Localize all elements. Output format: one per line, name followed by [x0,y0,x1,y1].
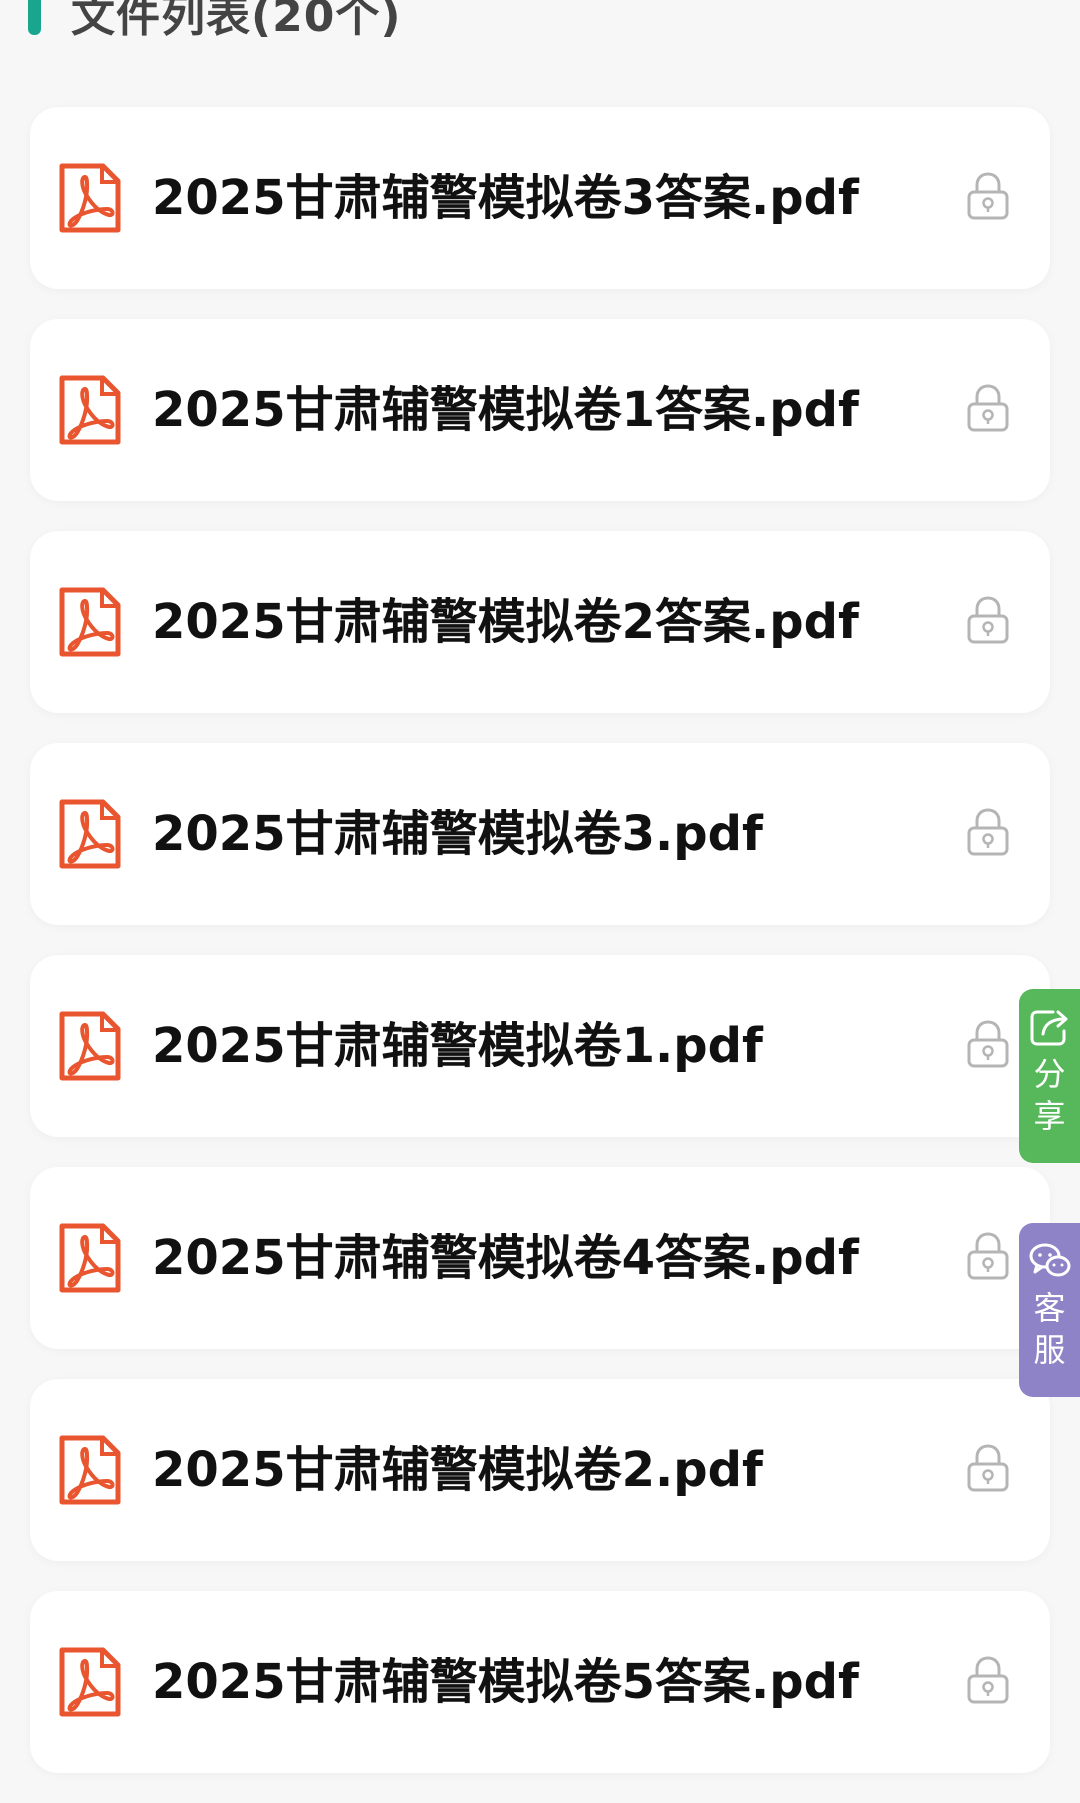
file-list-title: 文件列表(20个) [71,0,402,42]
share-button[interactable]: 分享 [1019,989,1080,1163]
file-item[interactable]: 2025甘肃辅警模拟卷3.pdf [30,743,1050,925]
file-name[interactable]: 2025甘肃辅警模拟卷1.pdf [152,955,763,1137]
pdf-icon [59,1647,121,1717]
file-item[interactable]: 2025甘肃辅警模拟卷3答案.pdf [30,107,1050,289]
lock-icon[interactable] [966,595,1010,645]
lock-icon[interactable] [966,1019,1010,1069]
file-name[interactable]: 2025甘肃辅警模拟卷3答案.pdf [152,107,859,289]
customer-service-button[interactable]: 客服 [1019,1223,1080,1397]
file-item[interactable]: 2025甘肃辅警模拟卷4答案.pdf [30,1167,1050,1349]
customer-service-label: 客服 [1033,1289,1066,1369]
lock-icon[interactable] [966,1655,1010,1705]
lock-icon[interactable] [966,807,1010,857]
pdf-icon [59,799,121,869]
pdf-icon [59,163,121,233]
file-name[interactable]: 2025甘肃辅警模拟卷4答案.pdf [152,1167,859,1349]
header-accent-bar [28,0,41,35]
wechat-icon [1029,1243,1070,1277]
file-name[interactable]: 2025甘肃辅警模拟卷2.pdf [152,1379,763,1561]
lock-icon[interactable] [966,1443,1010,1493]
file-name[interactable]: 2025甘肃辅警模拟卷3.pdf [152,743,763,925]
file-item[interactable]: 2025甘肃辅警模拟卷2答案.pdf [30,531,1050,713]
pdf-icon [59,1223,121,1293]
file-name[interactable]: 2025甘肃辅警模拟卷5答案.pdf [152,1591,859,1773]
file-list: 2025甘肃辅警模拟卷3答案.pdf 2025甘肃辅警模拟卷1答案.pdf 20 [30,107,1050,1803]
file-item[interactable]: 2025甘肃辅警模拟卷5答案.pdf [30,1591,1050,1773]
file-item[interactable]: 2025甘肃辅警模拟卷2.pdf [30,1379,1050,1561]
file-item[interactable]: 2025甘肃辅警模拟卷1.pdf [30,955,1050,1137]
file-name[interactable]: 2025甘肃辅警模拟卷2答案.pdf [152,531,859,713]
pdf-icon [59,587,121,657]
file-item[interactable]: 2025甘肃辅警模拟卷1答案.pdf [30,319,1050,501]
file-name[interactable]: 2025甘肃辅警模拟卷1答案.pdf [152,319,859,501]
share-icon [1030,1010,1067,1046]
file-list-header: 文件列表(20个) [28,0,401,42]
pdf-icon [59,375,121,445]
lock-icon[interactable] [966,1231,1010,1281]
share-label: 分享 [1033,1055,1066,1135]
pdf-icon [59,1435,121,1505]
pdf-icon [59,1011,121,1081]
lock-icon[interactable] [966,171,1010,221]
lock-icon[interactable] [966,383,1010,433]
